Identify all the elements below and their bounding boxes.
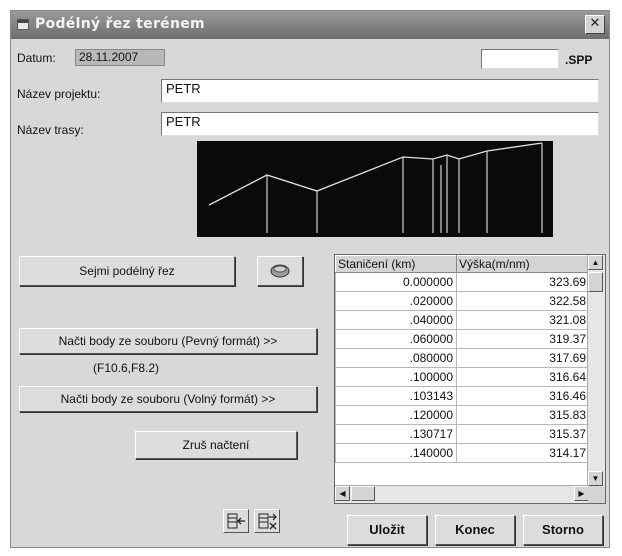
title-bar[interactable]: Podélný řez terénem ✕	[11, 11, 609, 39]
load-free-format-button[interactable]: Načti body ze souboru (Volný formát) >>	[19, 386, 317, 412]
date-field: 28.11.2007	[75, 49, 165, 66]
table-row[interactable]: .100000 316.64	[335, 367, 590, 387]
spp-field[interactable]	[481, 49, 559, 69]
delete-row-button[interactable]	[254, 509, 280, 533]
table-row[interactable]: .020000 322.58	[335, 291, 590, 311]
station-cell[interactable]: .103143	[335, 386, 457, 406]
profile-preview-svg	[208, 142, 543, 233]
column-header-station[interactable]: Staničení (km)	[335, 255, 457, 273]
profile-data-grid[interactable]: Staničení (km) Výška(m/nm) 0.000000 323.6…	[334, 254, 606, 504]
date-label: Datum:	[17, 51, 56, 65]
project-label: Název projektu:	[17, 87, 101, 101]
cancel-load-button[interactable]: Zruš načtení	[135, 431, 297, 459]
window-icon	[17, 19, 29, 30]
scroll-thumb[interactable]	[588, 272, 603, 292]
station-cell[interactable]: 0.000000	[335, 272, 457, 292]
profile-table: Staničení (km) Výška(m/nm) 0.000000 323.6…	[335, 255, 590, 463]
scroll-left-button[interactable]: ◀	[335, 486, 350, 501]
terrain-profile-line	[208, 142, 543, 206]
station-cell[interactable]: .130717	[335, 424, 457, 444]
height-cell[interactable]: 316.46	[456, 386, 590, 406]
delete-row-icon	[258, 513, 277, 530]
height-cell[interactable]: 322.58	[456, 291, 590, 311]
route-label: Název trasy:	[17, 123, 84, 137]
end-button[interactable]: Konec	[435, 515, 515, 545]
scroll-corner	[588, 486, 605, 503]
close-button[interactable]: ✕	[585, 15, 605, 34]
height-cell[interactable]: 319.37	[456, 329, 590, 349]
route-name-input[interactable]: PETR	[161, 112, 599, 136]
spp-suffix: .SPP	[565, 53, 593, 67]
table-row[interactable]: .080000 317.69	[335, 348, 590, 368]
station-cell[interactable]: .060000	[335, 329, 457, 349]
close-icon: ✕	[589, 16, 601, 31]
table-row[interactable]: .060000 319.37	[335, 329, 590, 349]
profile-preview	[197, 141, 553, 237]
insert-row-icon	[227, 513, 245, 529]
capture-profile-button[interactable]: Sejmi podélný řez	[19, 256, 235, 286]
insert-row-button[interactable]	[223, 509, 249, 533]
height-cell[interactable]: 321.08	[456, 310, 590, 330]
vertical-scrollbar[interactable]: ▲ ▼	[587, 255, 605, 486]
window-title: Podélný řez terénem	[35, 16, 205, 32]
project-name-input[interactable]: PETR	[161, 79, 599, 103]
station-cell[interactable]: .100000	[335, 367, 457, 387]
height-cell[interactable]: 315.83	[456, 405, 590, 425]
load-fixed-format-button[interactable]: Načti body ze souboru (Pevný formát) >>	[19, 328, 317, 354]
table-row[interactable]: .040000 321.08	[335, 310, 590, 330]
station-cell[interactable]: .040000	[335, 310, 457, 330]
station-cell[interactable]: .120000	[335, 405, 457, 425]
column-header-height[interactable]: Výška(m/nm)	[456, 255, 590, 273]
scroll-right-button[interactable]: ▶	[574, 486, 589, 501]
fixed-format-hint: (F10.6,F8.2)	[93, 361, 160, 375]
height-cell[interactable]: 317.69	[456, 348, 590, 368]
height-cell[interactable]: 315.37	[456, 424, 590, 444]
table-row[interactable]: 0.000000 323.69	[335, 272, 590, 292]
storno-button[interactable]: Storno	[523, 515, 603, 545]
height-cell[interactable]: 316.64	[456, 367, 590, 387]
capture-icon-button[interactable]	[257, 256, 303, 286]
table-row[interactable]: .120000 315.83	[335, 405, 590, 425]
station-cell[interactable]: .140000	[335, 443, 457, 463]
table-header-row: Staničení (km) Výška(m/nm)	[335, 255, 590, 273]
scroll-down-button[interactable]: ▼	[588, 471, 603, 486]
height-cell[interactable]: 323.69	[456, 272, 590, 292]
station-cell[interactable]: .080000	[335, 348, 457, 368]
horizontal-scrollbar[interactable]: ◀ ▶	[335, 485, 589, 503]
table-row[interactable]: .130717 315.37	[335, 424, 590, 444]
station-cell[interactable]: .020000	[335, 291, 457, 311]
height-cell[interactable]: 314.17	[456, 443, 590, 463]
horizontal-scroll-thumb[interactable]	[351, 486, 375, 501]
database-icon	[270, 264, 290, 278]
table-row[interactable]: .103143 316.46	[335, 386, 590, 406]
table-row[interactable]: .140000 314.17	[335, 443, 590, 463]
save-button[interactable]: Uložit	[347, 515, 427, 545]
dialog-window: Podélný řez terénem ✕ Datum: 28.11.2007 …	[10, 10, 610, 548]
scroll-up-button[interactable]: ▲	[588, 255, 603, 270]
